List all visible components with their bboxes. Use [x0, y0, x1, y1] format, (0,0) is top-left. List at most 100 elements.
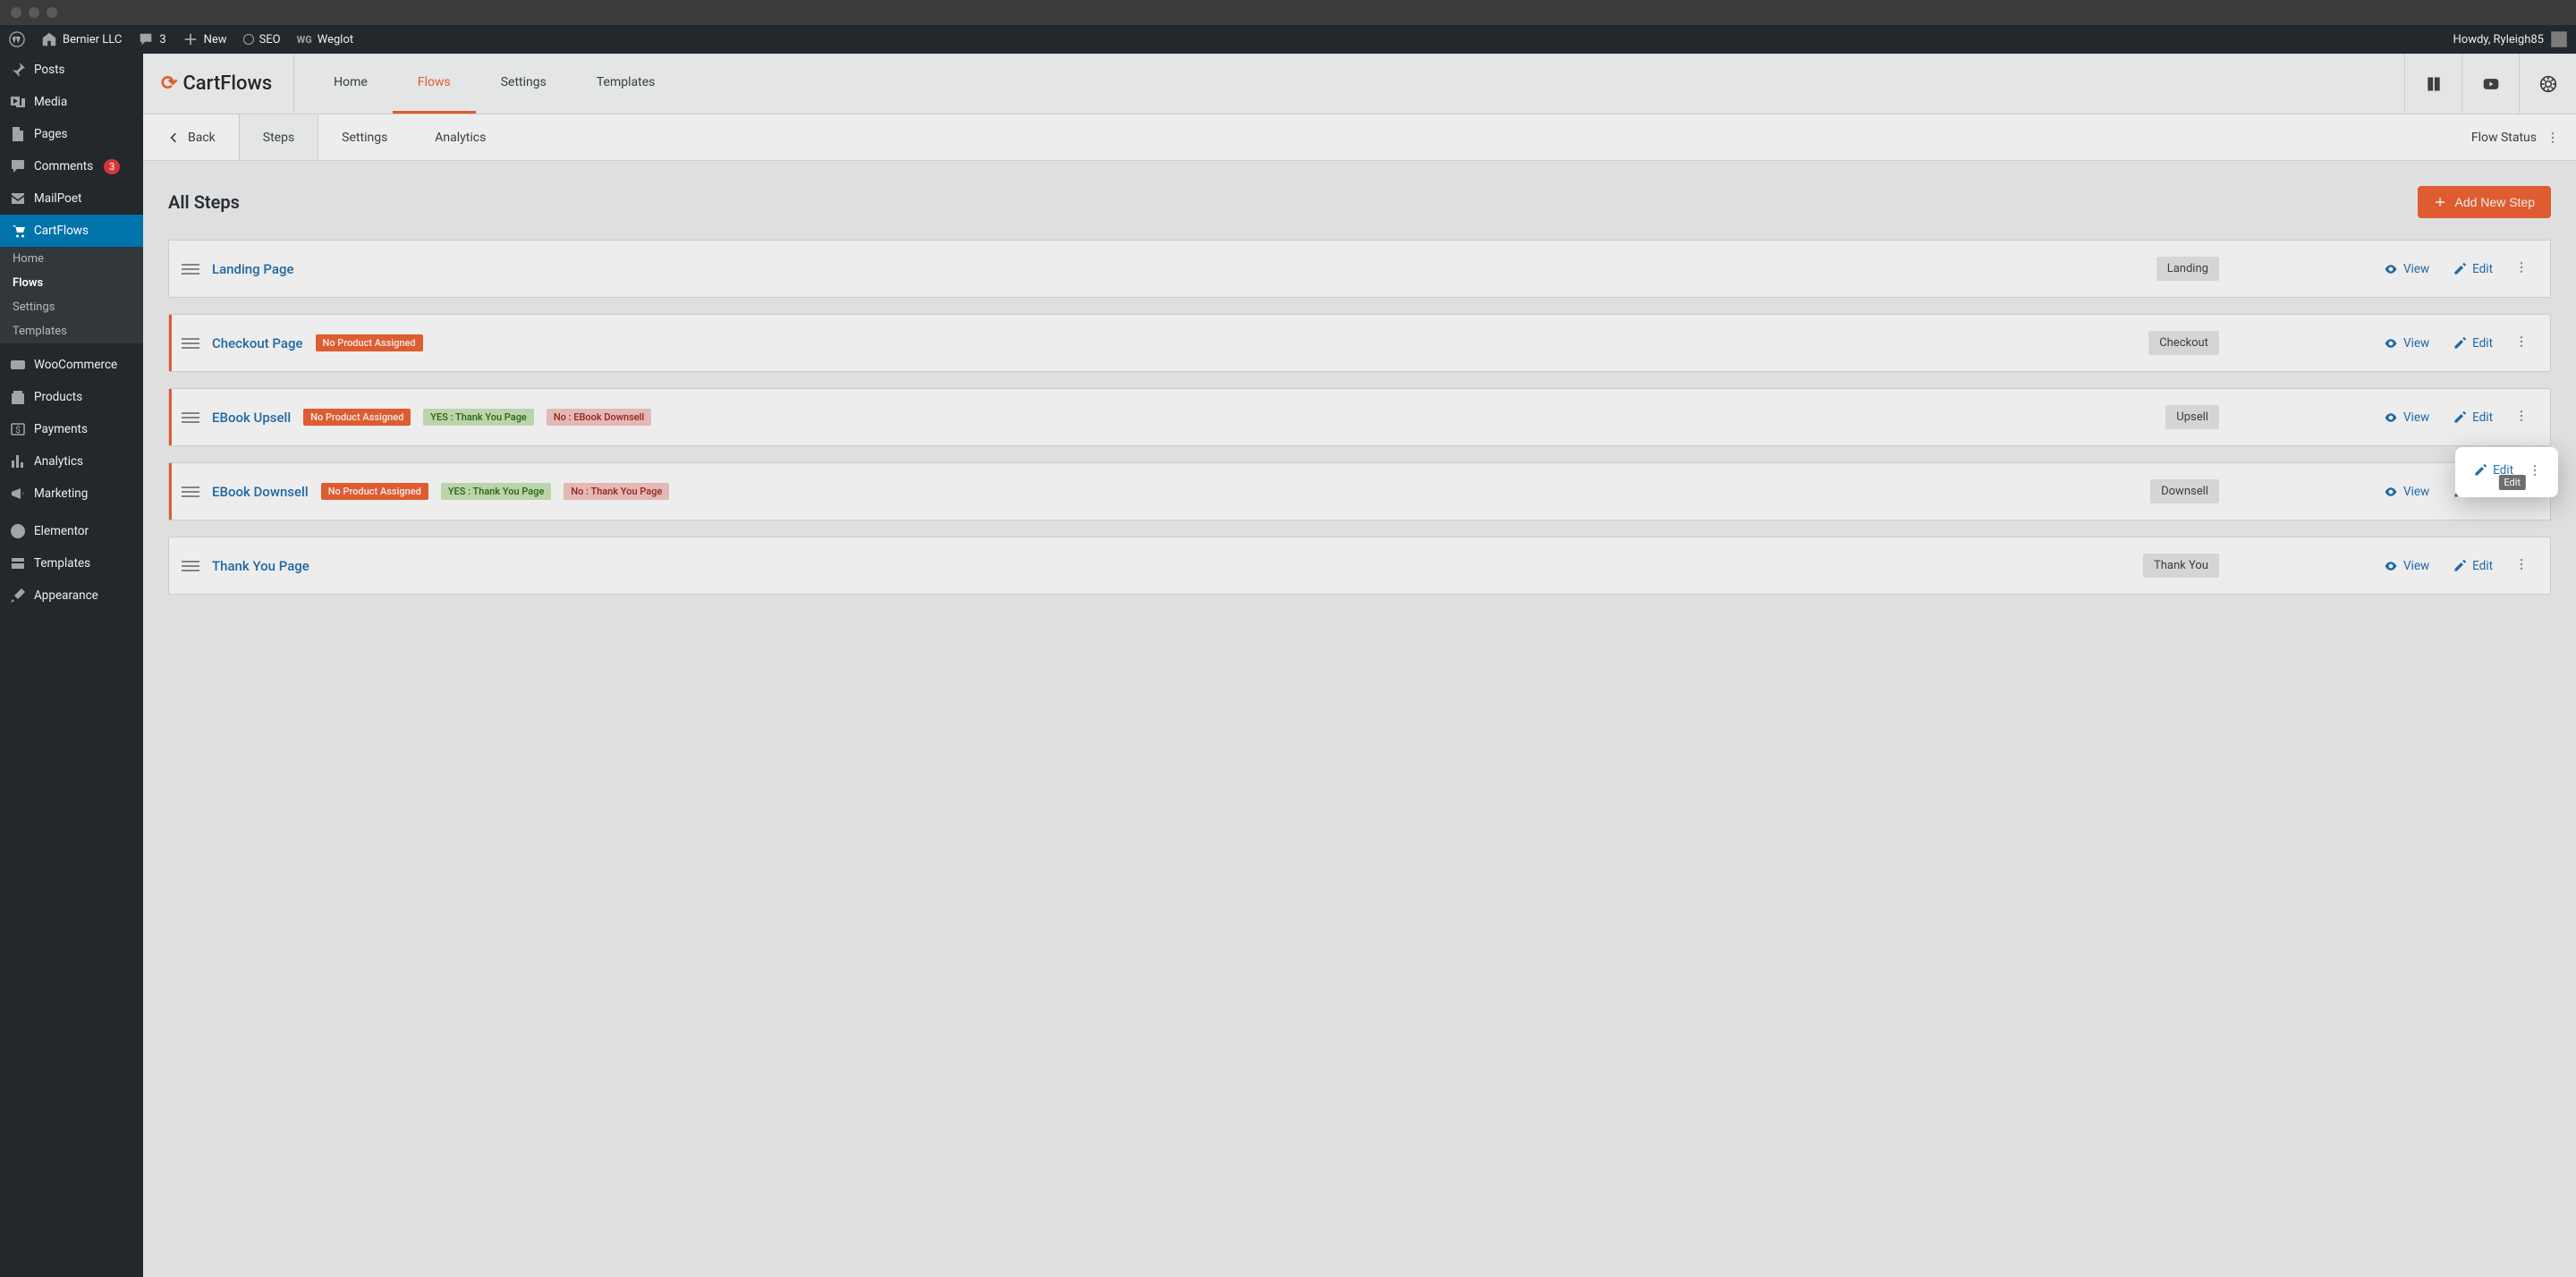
view-button[interactable]: View — [2378, 336, 2435, 351]
row-more[interactable] — [2511, 409, 2532, 427]
tab-settings[interactable]: Settings — [476, 54, 572, 114]
drag-handle[interactable] — [182, 409, 199, 427]
seo-link[interactable]: SEO — [243, 33, 281, 47]
step-tag: No : Thank You Page — [564, 483, 669, 500]
drag-handle[interactable] — [182, 334, 199, 352]
menu-label: CartFlows — [34, 224, 89, 238]
step-row: Thank You Page Thank You View Edit — [168, 537, 2551, 595]
menu-label: Pages — [34, 127, 68, 141]
traffic-close[interactable] — [11, 7, 21, 18]
menu-elementor[interactable]: Elementor — [0, 515, 143, 547]
menu-woocommerce[interactable]: WooCommerce — [0, 349, 143, 381]
row-more[interactable] — [2511, 334, 2532, 352]
edit-button[interactable]: Edit — [2447, 410, 2498, 425]
menu-analytics[interactable]: Analytics — [0, 445, 143, 478]
comments-link[interactable]: 3 — [138, 31, 165, 47]
menu-payments[interactable]: $Payments — [0, 413, 143, 445]
add-step-button[interactable]: Add New Step — [2418, 186, 2552, 218]
step-name-link[interactable]: Thank You Page — [212, 558, 309, 574]
submenu-flows[interactable]: Flows — [0, 271, 143, 295]
menu-marketing[interactable]: Marketing — [0, 478, 143, 510]
view-button[interactable]: View — [2378, 410, 2435, 425]
tab-flows[interactable]: Flows — [393, 54, 476, 114]
help-icon[interactable] — [2519, 54, 2576, 114]
docs-icon[interactable] — [2404, 54, 2462, 114]
step-type-chip: Thank You — [2143, 554, 2219, 578]
comment-icon — [9, 157, 27, 175]
tab-templates[interactable]: Templates — [572, 54, 681, 114]
step-name-link[interactable]: Checkout Page — [212, 335, 303, 351]
edit-button[interactable]: Edit — [2447, 262, 2498, 276]
row-more-highlighted[interactable] — [2526, 458, 2544, 486]
main: ⟳ CartFlows Home Flows Settings Template… — [143, 54, 2576, 1277]
brand-text: CartFlows — [182, 72, 272, 95]
back-button[interactable]: Back — [143, 114, 240, 160]
wp-logo[interactable] — [9, 31, 25, 47]
menu-posts[interactable]: Posts — [0, 54, 143, 86]
step-name-link[interactable]: EBook Upsell — [212, 410, 291, 426]
subtab-steps[interactable]: Steps — [240, 114, 318, 160]
drag-handle[interactable] — [182, 483, 199, 501]
edit-button[interactable]: Edit — [2447, 336, 2498, 351]
cartflows-icon — [9, 222, 27, 240]
menu-label: Posts — [34, 63, 64, 77]
menu-cartflows[interactable]: CartFlows — [0, 215, 143, 247]
subtab-settings[interactable]: Settings — [318, 114, 411, 160]
traffic-max[interactable] — [47, 7, 57, 18]
traffic-min[interactable] — [29, 7, 39, 18]
menu-pages[interactable]: Pages — [0, 118, 143, 150]
seo-label: SEO — [259, 33, 281, 47]
step-tag: YES : Thank You Page — [423, 409, 534, 426]
flow-status[interactable]: Flow Status — [2455, 114, 2576, 160]
submenu-home[interactable]: Home — [0, 247, 143, 271]
subtab-analytics[interactable]: Analytics — [411, 114, 510, 160]
view-button[interactable]: View — [2378, 559, 2435, 573]
menu-mailpoet[interactable]: MailPoet — [0, 182, 143, 215]
weglot-link[interactable]: WGWeglot — [297, 33, 353, 47]
menu-label: WooCommerce — [34, 358, 117, 372]
comment-badge: 3 — [104, 159, 120, 174]
step-name-link[interactable]: Landing Page — [212, 261, 294, 277]
menu-media[interactable]: Media — [0, 86, 143, 118]
elementor-icon — [9, 522, 27, 540]
menu-appearance[interactable]: Appearance — [0, 579, 143, 612]
youtube-icon[interactable] — [2462, 54, 2519, 114]
menu-label: Comments — [34, 159, 93, 173]
view-button[interactable]: View — [2378, 262, 2435, 276]
submenu-templates[interactable]: Templates — [0, 319, 143, 343]
menu-products[interactable]: Products — [0, 381, 143, 413]
menu-label: Appearance — [34, 588, 98, 603]
drag-handle[interactable] — [182, 557, 199, 575]
edit-popover: Edit Edit — [2455, 447, 2558, 497]
step-tag: No : EBook Downsell — [547, 409, 651, 426]
step-row: Checkout PageNo Product AssignedCheckout… — [168, 314, 2551, 372]
pin-icon — [9, 61, 27, 79]
row-more[interactable] — [2511, 260, 2532, 278]
edit-button[interactable]: Edit — [2447, 559, 2498, 573]
view-button[interactable]: View — [2378, 485, 2435, 499]
step-type-chip: Landing — [2157, 257, 2219, 281]
plus-icon — [2434, 196, 2446, 208]
menu-templates[interactable]: Templates — [0, 547, 143, 579]
payments-icon: $ — [9, 420, 27, 438]
tooltip: Edit — [2498, 475, 2526, 490]
step-name-link[interactable]: EBook Downsell — [212, 484, 309, 500]
window-chrome — [0, 0, 2576, 25]
step-row: EBook UpsellNo Product AssignedYES : Tha… — [168, 388, 2551, 446]
tab-home[interactable]: Home — [309, 54, 393, 114]
comment-count: 3 — [159, 33, 165, 47]
howdy-text[interactable]: Howdy, Ryleigh85 — [2453, 33, 2545, 47]
row-more[interactable] — [2511, 557, 2532, 575]
site-name[interactable]: Bernier LLC — [41, 31, 122, 47]
submenu-settings[interactable]: Settings — [0, 295, 143, 319]
new-content[interactable]: New — [182, 31, 227, 47]
wp-adminbar: Bernier LLC 3 New SEO WGWeglot Howdy, Ry… — [0, 25, 2576, 54]
drag-handle[interactable] — [182, 260, 199, 278]
menu-comments[interactable]: Comments 3 — [0, 150, 143, 182]
menu-label: Elementor — [34, 524, 89, 538]
avatar[interactable] — [2551, 31, 2567, 47]
brand[interactable]: ⟳ CartFlows — [161, 54, 294, 114]
add-step-label: Add New Step — [2455, 195, 2536, 209]
brush-icon — [9, 587, 27, 605]
page-icon — [9, 125, 27, 143]
